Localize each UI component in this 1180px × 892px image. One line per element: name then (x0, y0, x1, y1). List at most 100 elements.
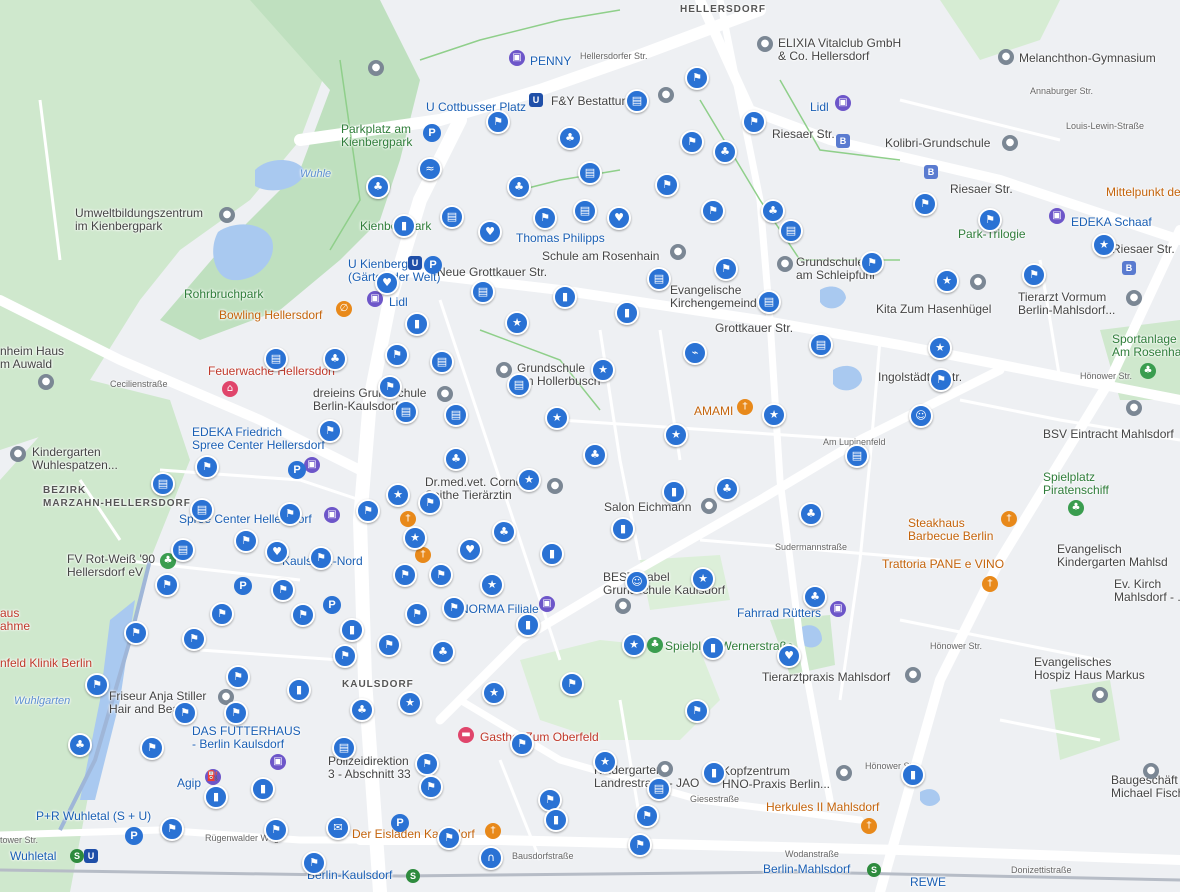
walk-pin-icon[interactable]: ⚑ (182, 627, 206, 651)
bag-poi-icon[interactable]: ▣ (539, 596, 555, 612)
map-label-umweltbildung[interactable]: Umweltbildungszentrum im Kienbergpark (75, 207, 203, 233)
map-label-rewe[interactable]: REWE (910, 876, 946, 889)
bag-poi-icon[interactable]: ▣ (324, 507, 340, 523)
transit-s-icon[interactable]: S (867, 863, 881, 877)
pin-poi-icon[interactable]: ● (998, 49, 1014, 65)
map-label-lidl-top[interactable]: Lidl (810, 101, 829, 114)
map-label-melanchthon[interactable]: Melanchthon-Gymnasium (1019, 52, 1156, 65)
map-label-fv-rot-weiss[interactable]: FV Rot-Weiß '90 Hellersdorf eV (67, 553, 155, 579)
map-canvas[interactable]: HELLERSDORF ELIXIA Vitalclub GmbH & Co. H… (0, 0, 1180, 892)
walk-pin-icon[interactable]: ⚑ (155, 573, 179, 597)
map-label-wuhlgarten[interactable]: Wuhlgarten (14, 695, 70, 708)
star-pin-icon[interactable]: ★ (622, 633, 646, 657)
map-label-kopfzentrum[interactable]: Kopfzentrum HNO-Praxis Berlin... (722, 765, 830, 791)
star-pin-icon[interactable]: ★ (591, 358, 615, 382)
bag-poi-icon[interactable]: ▣ (1049, 208, 1065, 224)
map-label-amami[interactable]: AMAMI (694, 405, 733, 418)
car-pin-icon[interactable]: ▮ (516, 613, 540, 637)
tree-poi-icon[interactable]: ♣ (647, 637, 663, 653)
pin-poi-icon[interactable]: ● (757, 36, 773, 52)
star-pin-icon[interactable]: ★ (517, 468, 541, 492)
walk-pin-icon[interactable]: ⚑ (302, 851, 326, 875)
car-pin-icon[interactable]: ▮ (287, 678, 311, 702)
walk-pin-icon[interactable]: ⚑ (635, 804, 659, 828)
car-pin-icon[interactable]: ▮ (544, 808, 568, 832)
map-label-bausdorfstrasse[interactable]: Bausdorfstraße (512, 850, 574, 863)
star-pin-icon[interactable]: ★ (593, 750, 617, 774)
book-pin-icon[interactable]: ▤ (573, 199, 597, 223)
star-pin-icon[interactable]: ★ (1092, 233, 1116, 257)
map-label-kolibri[interactable]: Kolibri-Grundschule (885, 137, 990, 150)
map-label-heim-haus[interactable]: nheim Haus m Auwald (0, 345, 64, 371)
map-label-hellersdorf[interactable]: HELLERSDORF (680, 3, 766, 16)
map-label-riesaer-2[interactable]: Riesaer Str. (950, 183, 1013, 196)
walk-pin-icon[interactable]: ⚑ (309, 546, 333, 570)
map-label-bsv[interactable]: BSV Eintracht Mahlsdorf (1043, 428, 1174, 441)
star-pin-icon[interactable]: ★ (691, 567, 715, 591)
map-label-wodanstrasse[interactable]: Wodanstraße (785, 848, 839, 861)
book-pin-icon[interactable]: ▤ (647, 777, 671, 801)
map-label-tower-str[interactable]: tower Str. (0, 834, 38, 847)
map-label-penny[interactable]: PENNY (530, 55, 571, 68)
map-label-elixia[interactable]: ELIXIA Vitalclub GmbH & Co. Hellersdorf (778, 37, 901, 63)
car-pin-icon[interactable]: ▮ (540, 542, 564, 566)
walk-pin-icon[interactable]: ⚑ (210, 602, 234, 626)
walk-pin-icon[interactable]: ⚑ (378, 375, 402, 399)
map-label-tierarztpraxis[interactable]: Tierarztpraxis Mahlsdorf (762, 671, 890, 684)
book-pin-icon[interactable]: ▤ (578, 161, 602, 185)
walk-pin-icon[interactable]: ⚑ (655, 173, 679, 197)
car-pin-icon[interactable]: ▮ (901, 763, 925, 787)
walk-pin-icon[interactable]: ⚑ (385, 343, 409, 367)
tree-pin-icon[interactable]: ♣ (350, 698, 374, 722)
transit-b-icon[interactable]: B (1122, 261, 1136, 275)
pin-poi-icon[interactable]: ● (368, 60, 384, 76)
map-label-hellersdorfer-str[interactable]: Hellersdorfer Str. (580, 50, 648, 63)
walk-pin-icon[interactable]: ⚑ (486, 110, 510, 134)
tree-pin-icon[interactable]: ♣ (799, 502, 823, 526)
book-pin-icon[interactable]: ▤ (430, 350, 454, 374)
walk-pin-icon[interactable]: ⚑ (685, 66, 709, 90)
walk-pin-icon[interactable]: ⚑ (978, 208, 1002, 232)
pin-poi-icon[interactable]: ● (38, 374, 54, 390)
heart-pin-icon[interactable]: ♥ (458, 538, 482, 562)
transit-p-icon[interactable]: P (391, 814, 409, 832)
walk-pin-icon[interactable]: ⚑ (85, 673, 109, 697)
transit-p-icon[interactable]: P (323, 596, 341, 614)
walk-pin-icon[interactable]: ⚑ (701, 199, 725, 223)
bed-poi-icon[interactable]: ▬ (458, 727, 474, 743)
walk-pin-icon[interactable]: ⚑ (929, 368, 953, 392)
map-label-berlin-mahlsdorf[interactable]: Berlin-Mahlsdorf (763, 863, 850, 876)
mail-pin-icon[interactable]: ✉ (326, 816, 350, 840)
map-label-evangelisches-hospiz[interactable]: Evangelisches Hospiz Haus Markus (1034, 656, 1145, 682)
walk-pin-icon[interactable]: ⚑ (1022, 263, 1046, 287)
walk-pin-icon[interactable]: ⚑ (742, 110, 766, 134)
tree-pin-icon[interactable]: ♣ (803, 585, 827, 609)
walk-pin-icon[interactable]: ⚑ (393, 563, 417, 587)
tree-poi-icon[interactable]: ♣ (1068, 500, 1084, 516)
walk-pin-icon[interactable]: ⚑ (173, 701, 197, 725)
pin-poi-icon[interactable]: ● (836, 765, 852, 781)
walk-pin-icon[interactable]: ⚑ (264, 818, 288, 842)
tree-pin-icon[interactable]: ♣ (366, 175, 390, 199)
car-pin-icon[interactable]: ▮ (204, 785, 228, 809)
walk-pin-icon[interactable]: ⚑ (124, 621, 148, 645)
tree-pin-icon[interactable]: ♣ (583, 443, 607, 467)
star-pin-icon[interactable]: ★ (545, 406, 569, 430)
pin-poi-icon[interactable]: ● (615, 598, 631, 614)
transit-p-icon[interactable]: P (288, 461, 306, 479)
fork-poi-icon[interactable]: † (485, 823, 501, 839)
tree-pin-icon[interactable]: ♣ (713, 140, 737, 164)
pin-poi-icon[interactable]: ● (1126, 400, 1142, 416)
face-pin-icon[interactable]: ☺ (625, 570, 649, 594)
map-label-edeka-friedrich[interactable]: EDEKA Friedrich Spree Center Hellersdorf (192, 426, 325, 452)
transit-p-icon[interactable]: P (234, 577, 252, 595)
pin-poi-icon[interactable]: ● (670, 244, 686, 260)
map-label-mittelpunkt[interactable]: Mittelpunkt de (1106, 186, 1180, 199)
map-label-herkules[interactable]: Herkules II Mahlsdorf (766, 801, 879, 814)
book-pin-icon[interactable]: ▤ (809, 333, 833, 357)
pin-poi-icon[interactable]: ● (219, 207, 235, 223)
walk-pin-icon[interactable]: ⚑ (140, 736, 164, 760)
car-pin-icon[interactable]: ▮ (340, 618, 364, 642)
car-pin-icon[interactable]: ▮ (615, 301, 639, 325)
pin-poi-icon[interactable]: ● (1092, 687, 1108, 703)
